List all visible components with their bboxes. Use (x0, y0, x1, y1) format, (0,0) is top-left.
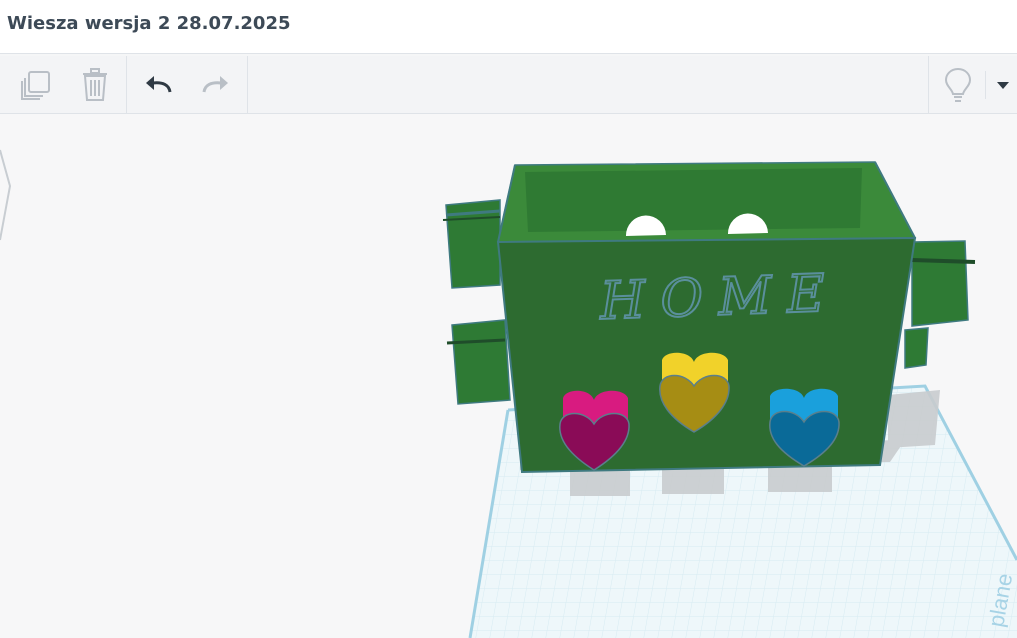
toolbar-divider (126, 56, 127, 113)
trash-icon (83, 67, 107, 101)
toolbar-divider (928, 56, 929, 113)
hint-button[interactable] (930, 56, 986, 113)
duplicate-icon (21, 70, 50, 100)
toolbar (0, 56, 1017, 114)
undo-icon (146, 75, 172, 92)
undo-button[interactable] (130, 56, 186, 113)
3d-viewport[interactable]: plane HOME (0, 114, 1017, 638)
title-bar: Wiesza wersja 2 28.07.2025 (0, 0, 1017, 54)
duplicate-button[interactable] (8, 56, 64, 113)
menu-dropdown-button[interactable] (988, 56, 1017, 113)
toolbar-divider (985, 71, 986, 99)
caret-down-icon (996, 81, 1009, 89)
lightbulb-icon (944, 67, 972, 102)
view-cube[interactable] (0, 149, 12, 241)
delete-button[interactable] (67, 56, 123, 113)
scene-canvas[interactable]: plane HOME (0, 114, 1017, 638)
document-title[interactable]: Wiesza wersja 2 28.07.2025 (7, 13, 291, 34)
toolbar-divider (247, 56, 248, 113)
redo-button[interactable] (188, 56, 244, 113)
redo-icon (202, 75, 228, 92)
